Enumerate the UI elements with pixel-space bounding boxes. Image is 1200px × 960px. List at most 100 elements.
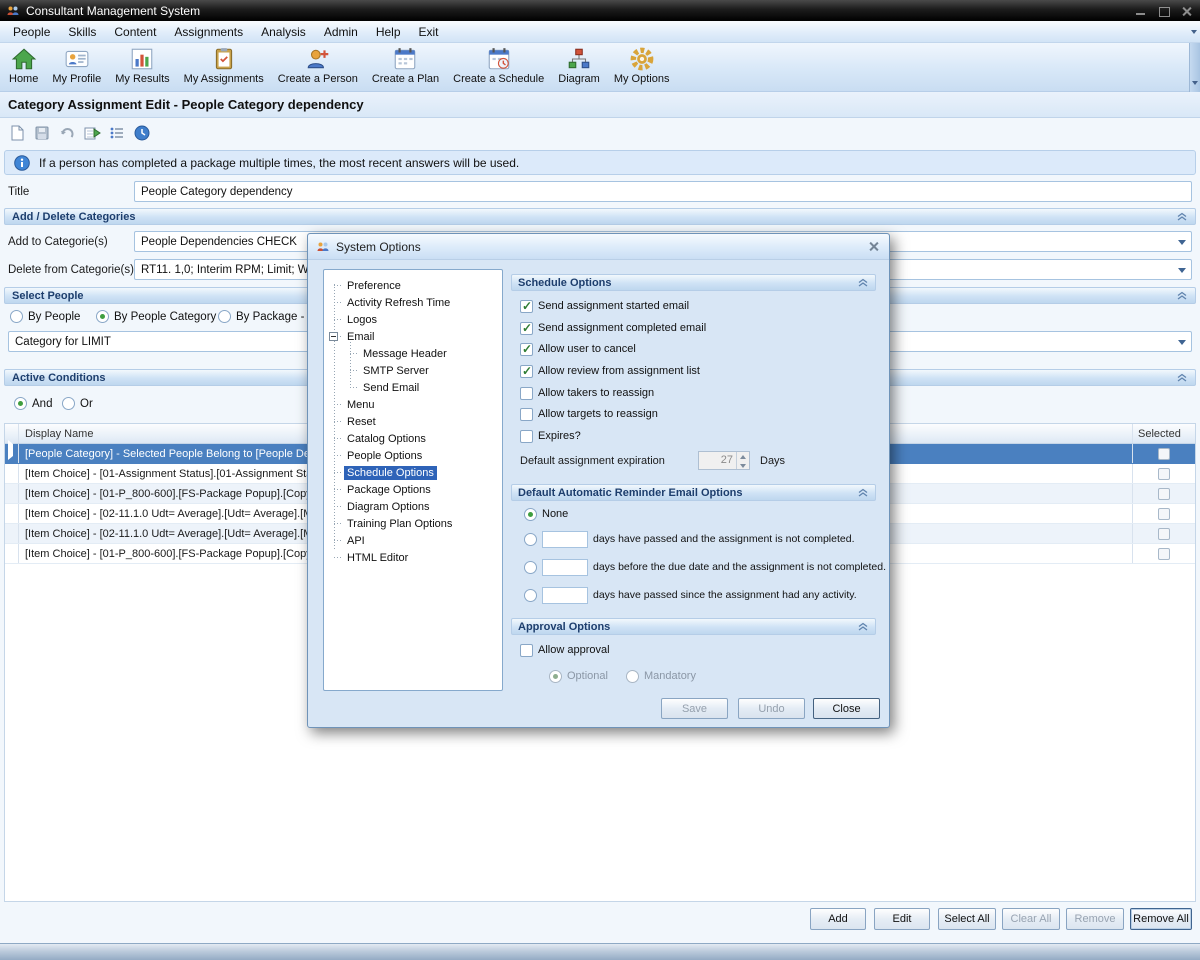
checkbox-icon[interactable]: [520, 365, 533, 378]
tree-item-schedule-options[interactable]: Schedule Options: [324, 464, 502, 481]
tree-item-html-editor[interactable]: HTML Editor: [324, 549, 502, 566]
radio-icon[interactable]: [549, 670, 562, 683]
radio-reminder-no-activity[interactable]: days have passed since the assignment ha…: [524, 587, 857, 603]
edit-button[interactable]: Edit: [874, 908, 930, 930]
collapse-chevron-icon[interactable]: [1176, 291, 1188, 300]
clear-all-button[interactable]: Clear All: [1002, 908, 1060, 930]
toolbar-home[interactable]: Home: [2, 44, 45, 85]
checkbox-allow-review[interactable]: Allow review from assignment list: [520, 363, 700, 379]
title-input[interactable]: People Category dependency: [134, 181, 1192, 202]
tree-item-catalog-options[interactable]: Catalog Options: [324, 430, 502, 447]
radio-reminder-days-passed[interactable]: days have passed and the assignment is n…: [524, 531, 855, 547]
menu-people[interactable]: People: [4, 22, 59, 42]
menu-exit[interactable]: Exit: [410, 22, 448, 42]
schedule-options-header[interactable]: Schedule Options: [511, 274, 876, 291]
radio-icon[interactable]: [218, 310, 231, 323]
radio-icon[interactable]: [524, 533, 537, 546]
add-button[interactable]: Add: [810, 908, 866, 930]
export-icon[interactable]: [83, 124, 101, 142]
days-input[interactable]: [542, 559, 588, 576]
column-header-selected[interactable]: Selected: [1133, 424, 1195, 443]
tree-item-message-header[interactable]: Message Header: [324, 345, 502, 362]
checkbox-allow-targets-reassign[interactable]: Allow targets to reassign: [520, 406, 658, 422]
collapse-chevron-icon[interactable]: [857, 488, 869, 497]
approval-options-header[interactable]: Approval Options: [511, 618, 876, 635]
checkbox-allow-approval[interactable]: Allow approval: [520, 642, 610, 658]
radio-icon[interactable]: [524, 589, 537, 602]
undo-button[interactable]: Undo: [738, 698, 805, 719]
tree-item-training-plan-options[interactable]: Training Plan Options: [324, 515, 502, 532]
radio-icon[interactable]: [14, 397, 27, 410]
row-selector-cell[interactable]: [5, 464, 19, 483]
collapse-icon[interactable]: [329, 332, 338, 341]
close-icon[interactable]: [1180, 5, 1194, 17]
row-selector-cell[interactable]: [5, 484, 19, 503]
checkbox-icon[interactable]: [520, 300, 533, 313]
menu-skills[interactable]: Skills: [59, 22, 105, 42]
row-selected-checkbox[interactable]: [1158, 508, 1170, 520]
checkbox-icon[interactable]: [520, 387, 533, 400]
row-selected-checkbox[interactable]: [1158, 468, 1170, 480]
remove-all-button[interactable]: Remove All: [1130, 908, 1192, 930]
row-selected-checkbox[interactable]: [1158, 448, 1170, 460]
row-selector-cell[interactable]: [5, 544, 19, 563]
tree-item-menu[interactable]: Menu: [324, 396, 502, 413]
radio-icon[interactable]: [524, 508, 537, 521]
section-add-delete-categories[interactable]: Add / Delete Categories: [4, 208, 1196, 225]
days-input[interactable]: [542, 531, 588, 548]
toolbar-overflow[interactable]: [1189, 43, 1200, 92]
tree-item-activity-refresh-time[interactable]: Activity Refresh Time: [324, 294, 502, 311]
tree-item-send-email[interactable]: Send Email: [324, 379, 502, 396]
checkbox-icon[interactable]: [520, 343, 533, 356]
tree-item-package-options[interactable]: Package Options: [324, 481, 502, 498]
radio-by-people[interactable]: By People: [10, 309, 80, 324]
radio-or[interactable]: Or: [62, 396, 93, 411]
toolbar-create-a-plan[interactable]: Create a Plan: [365, 44, 446, 85]
radio-by-people-category[interactable]: By People Category: [96, 309, 216, 324]
collapse-chevron-icon[interactable]: [857, 278, 869, 287]
checkbox-icon[interactable]: [520, 430, 533, 443]
save-button[interactable]: Save: [661, 698, 728, 719]
history-icon[interactable]: [133, 124, 151, 142]
row-selected-checkbox[interactable]: [1158, 528, 1170, 540]
row-selector-cell[interactable]: [5, 524, 19, 543]
toolbar-create-a-person[interactable]: Create a Person: [271, 44, 365, 85]
tree-item-people-options[interactable]: People Options: [324, 447, 502, 464]
checkbox-icon[interactable]: [520, 408, 533, 421]
dialog-titlebar[interactable]: System Options: [308, 234, 889, 260]
checkbox-send-started-email[interactable]: Send assignment started email: [520, 298, 689, 314]
toolbar-my-results[interactable]: My Results: [108, 44, 176, 85]
collapse-chevron-icon[interactable]: [1176, 212, 1188, 221]
radio-icon[interactable]: [10, 310, 23, 323]
spinner-down-icon[interactable]: [737, 461, 749, 470]
row-selected-checkbox[interactable]: [1158, 488, 1170, 500]
toolbar-my-options[interactable]: My Options: [607, 44, 677, 85]
checkbox-allow-takers-reassign[interactable]: Allow takers to reassign: [520, 385, 654, 401]
remove-button[interactable]: Remove: [1066, 908, 1124, 930]
radio-icon[interactable]: [96, 310, 109, 323]
row-selected-checkbox[interactable]: [1158, 548, 1170, 560]
checkbox-allow-user-cancel[interactable]: Allow user to cancel: [520, 341, 636, 357]
days-input[interactable]: [542, 587, 588, 604]
tree-item-api[interactable]: API: [324, 532, 502, 549]
expiration-spinner[interactable]: 27: [698, 451, 750, 470]
radio-approval-optional[interactable]: Optional: [549, 668, 608, 684]
new-document-icon[interactable]: [8, 124, 26, 142]
checkbox-send-completed-email[interactable]: Send assignment completed email: [520, 320, 706, 336]
checkbox-expires[interactable]: Expires?: [520, 428, 581, 444]
menu-overflow-chevron-icon[interactable]: [1191, 30, 1197, 34]
minimize-icon[interactable]: [1134, 5, 1148, 17]
menu-admin[interactable]: Admin: [315, 22, 367, 42]
toolbar-create-a-schedule[interactable]: Create a Schedule: [446, 44, 551, 85]
tree-item-diagram-options[interactable]: Diagram Options: [324, 498, 502, 515]
menu-assignments[interactable]: Assignments: [165, 22, 252, 42]
row-selector-cell[interactable]: [5, 504, 19, 523]
toolbar-my-assignments[interactable]: My Assignments: [177, 44, 271, 85]
collapse-chevron-icon[interactable]: [1176, 373, 1188, 382]
radio-icon[interactable]: [524, 561, 537, 574]
tree-item-email[interactable]: Email: [324, 328, 502, 345]
tree-item-logos[interactable]: Logos: [324, 311, 502, 328]
select-all-button[interactable]: Select All: [938, 908, 996, 930]
maximize-icon[interactable]: [1157, 5, 1171, 17]
radio-approval-mandatory[interactable]: Mandatory: [626, 668, 696, 684]
